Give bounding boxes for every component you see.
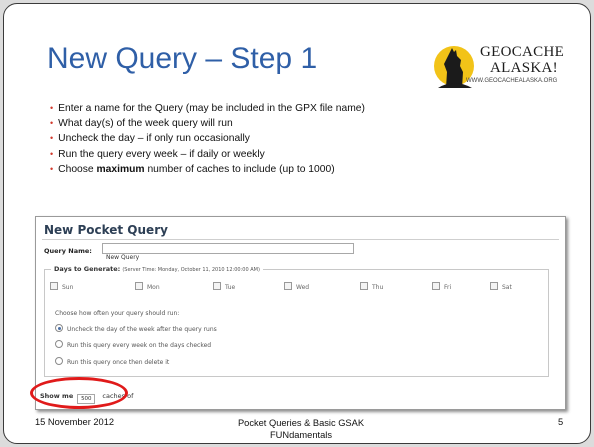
radio-icon[interactable]: [55, 357, 63, 365]
geocache-alaska-logo: GEOCACHE ALASKA! WWW.GEOCACHEALASKA.ORG: [432, 42, 564, 90]
checkbox-icon[interactable]: [50, 282, 58, 290]
server-time: (Server Time: Monday, October 11, 2010 1…: [122, 267, 260, 273]
checkbox-icon[interactable]: [360, 282, 368, 290]
checkbox-icon[interactable]: [135, 282, 143, 290]
footer-title: Pocket Queries & Basic GSAK FUNdamentals: [206, 417, 396, 441]
bullet-item: • What day(s) of the week query will run: [50, 118, 233, 130]
bullet-item: • Enter a name for the Query (may be incl…: [50, 103, 365, 114]
day-checkbox-wed[interactable]: Wed: [284, 282, 309, 291]
checkbox-icon[interactable]: [432, 282, 440, 290]
bullet-dot-icon: •: [50, 118, 54, 129]
bullet-list: • Enter a name for the Query (may be incl…: [50, 101, 365, 177]
run-option-once-delete[interactable]: Run this query once then delete it: [55, 357, 169, 366]
logo-text-line1: GEOCACHE: [480, 44, 565, 60]
bullet-bold-word: maximum: [96, 163, 145, 175]
bullet-item: • Uncheck the day – if only run occasiona…: [50, 133, 250, 145]
query-name-field[interactable]: [102, 243, 354, 262]
checkbox-icon[interactable]: [284, 282, 292, 290]
query-name-input[interactable]: [103, 253, 353, 262]
bullet-item: • Run the query every week – if daily or …: [50, 148, 265, 160]
logo-text-line2: ALASKA!: [490, 60, 558, 76]
divider: [42, 239, 559, 240]
days-legend: Days to Generate: (Server Time: Monday, …: [51, 265, 263, 273]
day-checkbox-tue[interactable]: Tue: [213, 282, 235, 291]
run-option-uncheck-day[interactable]: Uncheck the day of the week after the qu…: [55, 324, 217, 333]
day-checkbox-sun[interactable]: Sun: [50, 282, 73, 291]
footer-title-line1: Pocket Queries & Basic GSAK: [237, 418, 365, 428]
radio-selected-icon[interactable]: [55, 324, 63, 332]
radio-icon[interactable]: [55, 340, 63, 348]
bullet-dot-icon: •: [50, 103, 54, 113]
footer-date: 15 November 2012: [35, 417, 115, 427]
footer-title-line2: FUNdamentals: [269, 430, 332, 440]
bullet-item: • Choose maximum number of caches to incl…: [50, 163, 335, 175]
run-frequency-question: Choose how often your query should run:: [55, 310, 180, 317]
day-checkbox-thu[interactable]: Thu: [360, 282, 383, 291]
slide: New Query – Step 1 GEOCACHE ALASKA! WWW.…: [3, 3, 591, 444]
days-to-generate-fieldset: Days to Generate: (Server Time: Monday, …: [44, 265, 549, 377]
checkbox-icon[interactable]: [490, 282, 498, 290]
day-checkboxes: Sun Mon Tue Wed Thu Fri Sat: [50, 282, 545, 292]
page-number: 5: [558, 417, 564, 427]
slide-title: New Query – Step 1: [47, 42, 318, 75]
run-option-every-week[interactable]: Run this query every week on the days ch…: [55, 340, 211, 349]
pocket-query-screenshot: New Pocket Query Query Name: Days to Gen…: [35, 216, 566, 410]
day-checkbox-sat[interactable]: Sat: [490, 282, 512, 291]
query-name-label: Query Name:: [44, 247, 92, 255]
day-checkbox-mon[interactable]: Mon: [135, 282, 160, 291]
bullet-dot-icon: •: [50, 148, 54, 159]
pocket-query-heading: New Pocket Query: [44, 223, 168, 237]
bullet-dot-icon: •: [50, 133, 54, 144]
bullet-dot-icon: •: [50, 163, 54, 174]
day-checkbox-fri[interactable]: Fri: [432, 282, 451, 291]
logo-url: WWW.GEOCACHEALASKA.ORG: [466, 78, 558, 84]
checkbox-icon[interactable]: [213, 282, 221, 290]
highlight-circle: [30, 377, 128, 409]
